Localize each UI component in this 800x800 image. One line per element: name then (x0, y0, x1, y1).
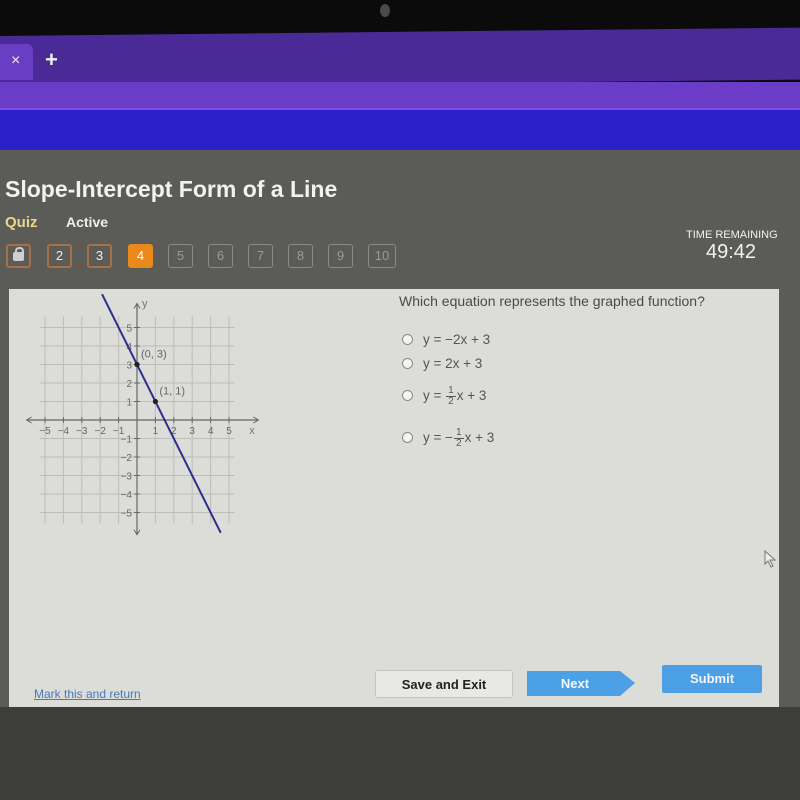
option-suffix: x + 3 (464, 430, 495, 446)
x-tick-label: 1 (153, 426, 159, 437)
point-label: (1, 1) (159, 386, 185, 398)
y-tick-label: −5 (121, 509, 133, 520)
x-tick-label: −5 (39, 426, 51, 437)
answer-option-3[interactable]: y = 12x + 3 (402, 386, 486, 407)
option-text: y = 2x + 3 (423, 356, 483, 371)
point-label: (0, 3) (141, 349, 167, 361)
answer-option-1[interactable]: y = −2x + 3 (402, 332, 490, 347)
x-tick-label: −4 (58, 426, 70, 437)
x-tick-label: −3 (76, 426, 88, 437)
x-tick-label: 4 (208, 426, 214, 437)
y-tick-label: −2 (121, 453, 133, 464)
x-tick-label: 5 (226, 426, 232, 437)
mark-and-return-link[interactable]: Mark this and return (34, 687, 141, 701)
plotted-point (152, 398, 158, 405)
radio-button[interactable] (402, 333, 413, 345)
y-tick-label: 3 (126, 361, 132, 372)
radio-button[interactable] (402, 357, 413, 369)
x-tick-label: −2 (94, 426, 106, 437)
fraction-denominator: 2 (448, 396, 454, 407)
option-prefix: y = (423, 430, 446, 446)
x-tick-label: 3 (189, 426, 195, 437)
fraction-denominator: 2 (456, 438, 462, 449)
y-tick-label: −1 (121, 435, 133, 446)
y-tick-label: 5 (126, 324, 132, 335)
y-tick-label: −3 (121, 472, 133, 483)
question-text: Which equation represents the graphed fu… (399, 293, 705, 309)
save-and-exit-button[interactable]: Save and Exit (375, 670, 513, 698)
submit-button[interactable]: Submit (662, 665, 762, 693)
mouse-cursor-icon (764, 550, 777, 568)
radio-button[interactable] (402, 390, 413, 401)
x-axis-label: x (249, 425, 255, 437)
next-button-label[interactable]: Next (527, 670, 623, 697)
radio-button[interactable] (402, 432, 413, 443)
y-tick-label: 2 (126, 379, 132, 390)
answer-option-2[interactable]: y = 2x + 3 (402, 356, 482, 371)
graph-ticks: −5−4−3−2−11234554321−1−2−3−4−5 (39, 324, 232, 520)
graph-axes (25, 302, 260, 536)
fraction: 12 (446, 386, 456, 407)
option-text: y = −2x + 3 (423, 332, 491, 347)
fraction: 12 (454, 428, 464, 449)
screen-bottom-bezel (0, 707, 800, 800)
option-suffix: x + 3 (456, 388, 487, 404)
y-tick-label: −4 (121, 490, 133, 501)
option-prefix: y = (423, 388, 446, 404)
plotted-point (134, 361, 140, 368)
y-axis-label: y (142, 298, 148, 310)
fraction-sign: − (445, 430, 454, 446)
answer-option-4[interactable]: y = −1 2 x + 3 (402, 428, 494, 449)
y-tick-label: 1 (126, 398, 132, 409)
